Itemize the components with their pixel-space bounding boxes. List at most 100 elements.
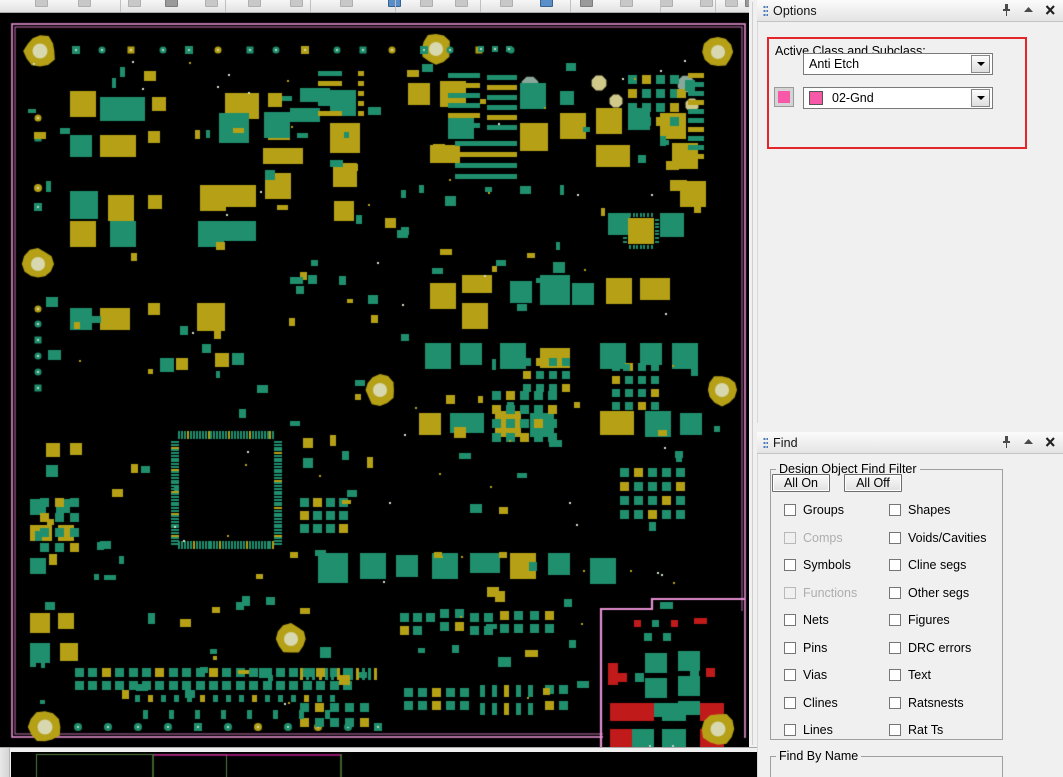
checkbox-nets[interactable]: [784, 614, 796, 626]
options-panel-titlebar[interactable]: Options: [757, 0, 1063, 22]
checkbox-label: Symbols: [803, 558, 851, 572]
find-filter-checkbox-row[interactable]: Pins: [784, 640, 827, 656]
undo-icon[interactable]: [35, 0, 48, 7]
checkbox-rat-ts[interactable]: [889, 724, 901, 736]
checkbox-functions: [784, 586, 796, 599]
redo-icon[interactable]: [78, 0, 91, 7]
color-icon[interactable]: [340, 0, 353, 7]
subclass-color-swatch[interactable]: [774, 87, 794, 107]
find-filter-checkbox-row[interactable]: Other segs: [889, 585, 969, 601]
checkbox-label: Cline segs: [908, 558, 967, 572]
close-icon[interactable]: [1044, 3, 1057, 17]
options-panel-title: Options: [773, 3, 817, 18]
checkbox-lines[interactable]: [784, 724, 796, 736]
checkbox-label: Ratsnests: [908, 695, 964, 710]
find-filter-checkbox-row: Comps: [784, 530, 843, 546]
find-filter-checkbox-row[interactable]: Lines: [784, 722, 833, 738]
checkbox-label: Voids/Cavities: [908, 530, 987, 545]
find-panel-titlebar[interactable]: Find: [757, 432, 1063, 454]
checkbox-shapes[interactable]: [889, 504, 901, 516]
find-by-name-legend: Find By Name: [779, 749, 859, 763]
checkbox-figures[interactable]: [889, 614, 901, 626]
checkbox-pins[interactable]: [784, 641, 796, 654]
checkbox-label: Rat Ts: [908, 723, 944, 737]
grid-icon[interactable]: [290, 0, 303, 7]
toolbar-separator: [225, 0, 226, 12]
chevron-down-icon[interactable]: [971, 55, 990, 73]
find-filter-checkbox-row[interactable]: Nets: [784, 612, 829, 628]
all-off-button[interactable]: All Off: [844, 474, 902, 492]
pin-icon[interactable]: [1000, 435, 1013, 449]
toolbar-separator: [310, 0, 311, 12]
checkbox-text[interactable]: [889, 669, 901, 681]
vertical-splitter[interactable]: [749, 0, 757, 747]
layer-down-icon[interactable]: [420, 0, 433, 7]
checkbox-label: Groups: [803, 503, 844, 517]
chevron-down-icon[interactable]: [971, 89, 990, 107]
checkbox-label: Shapes: [908, 503, 951, 517]
drc-icon[interactable]: [660, 0, 673, 7]
all-on-button[interactable]: All On: [772, 474, 830, 492]
subclass-swatch-icon: [809, 91, 823, 105]
find-filter-checkbox-row[interactable]: Ratsnests: [889, 695, 964, 711]
find-filter-checkbox-row[interactable]: Figures: [889, 612, 950, 628]
toolbar-separator: [120, 0, 121, 12]
measure-icon[interactable]: [580, 0, 593, 7]
pcb-design-canvas[interactable]: [0, 13, 757, 747]
checkbox-label: Nets: [803, 613, 829, 627]
checkbox-cline-segs[interactable]: [889, 559, 901, 571]
find-filter-checkbox-row[interactable]: DRC errors: [889, 640, 971, 656]
zoom-fit-icon[interactable]: [205, 0, 218, 7]
pin-icon[interactable]: [1000, 3, 1013, 17]
pcb-artwork[interactable]: [0, 13, 757, 747]
zoom-in-icon[interactable]: [128, 0, 141, 7]
report-icon[interactable]: [700, 0, 713, 7]
find-filter-checkbox-row[interactable]: Vias: [784, 667, 827, 683]
swatch-fill: [778, 91, 790, 103]
checkbox-other-segs[interactable]: [889, 586, 901, 599]
active-subclass-value: 02-Gnd: [832, 91, 874, 105]
toolbar-separator: [480, 0, 481, 12]
shape-icon[interactable]: [455, 0, 468, 7]
find-filter-checkbox-row[interactable]: Groups: [784, 502, 844, 518]
refresh-icon[interactable]: [248, 0, 261, 7]
find-filter-checkbox-row[interactable]: Voids/Cavities: [889, 530, 987, 546]
checkbox-comps: [784, 531, 796, 544]
via-icon[interactable]: [540, 0, 553, 7]
find-filter-checkbox-row[interactable]: Cline segs: [889, 557, 966, 573]
panel-grip-icon: [763, 436, 768, 449]
find-filter-checkbox-row[interactable]: Rat Ts: [889, 722, 943, 738]
active-class-combo[interactable]: Anti Etch: [803, 53, 993, 75]
checkbox-symbols[interactable]: [784, 559, 796, 571]
close-icon[interactable]: [1044, 435, 1057, 449]
checkbox-groups[interactable]: [784, 504, 796, 516]
find-by-name-group: Find By Name: [770, 749, 1003, 777]
collapse-icon[interactable]: [1022, 3, 1035, 17]
right-dock: Options Active Class and Subclass: Anti …: [757, 0, 1063, 777]
application-window: Options Active Class and Subclass: Anti …: [0, 0, 1063, 777]
active-subclass-combo[interactable]: 02-Gnd: [803, 87, 993, 109]
checkbox-voids-cavities[interactable]: [889, 531, 901, 544]
find-filter-checkbox-row[interactable]: Clines: [784, 695, 838, 711]
find-filter-checkbox-row[interactable]: Shapes: [889, 502, 950, 518]
world-view-canvas[interactable]: [11, 752, 757, 777]
find-filter-checkbox-row[interactable]: Symbols: [784, 557, 851, 573]
display-icon[interactable]: [725, 0, 738, 7]
checkbox-ratsnests[interactable]: [889, 696, 901, 709]
collapse-icon[interactable]: [1022, 435, 1035, 449]
checkbox-label: Clines: [803, 695, 838, 710]
route-icon[interactable]: [500, 0, 513, 7]
find-filter-checkbox-row: Functions: [784, 585, 857, 601]
checkbox-vias[interactable]: [784, 669, 796, 681]
checkbox-label: Other segs: [908, 585, 970, 600]
checkbox-clines[interactable]: [784, 696, 796, 709]
checkbox-label: Lines: [803, 723, 833, 737]
zoom-out-icon[interactable]: [165, 0, 178, 7]
find-filter-checkbox-row[interactable]: Text: [889, 667, 931, 683]
toolbar-separator: [660, 0, 661, 12]
panel-drag-grip[interactable]: [0, 748, 10, 777]
options-panel: Options Active Class and Subclass: Anti …: [757, 0, 1063, 424]
checkbox-label: Text: [908, 668, 931, 682]
text-icon[interactable]: [620, 0, 633, 7]
checkbox-drc-errors[interactable]: [889, 641, 901, 654]
